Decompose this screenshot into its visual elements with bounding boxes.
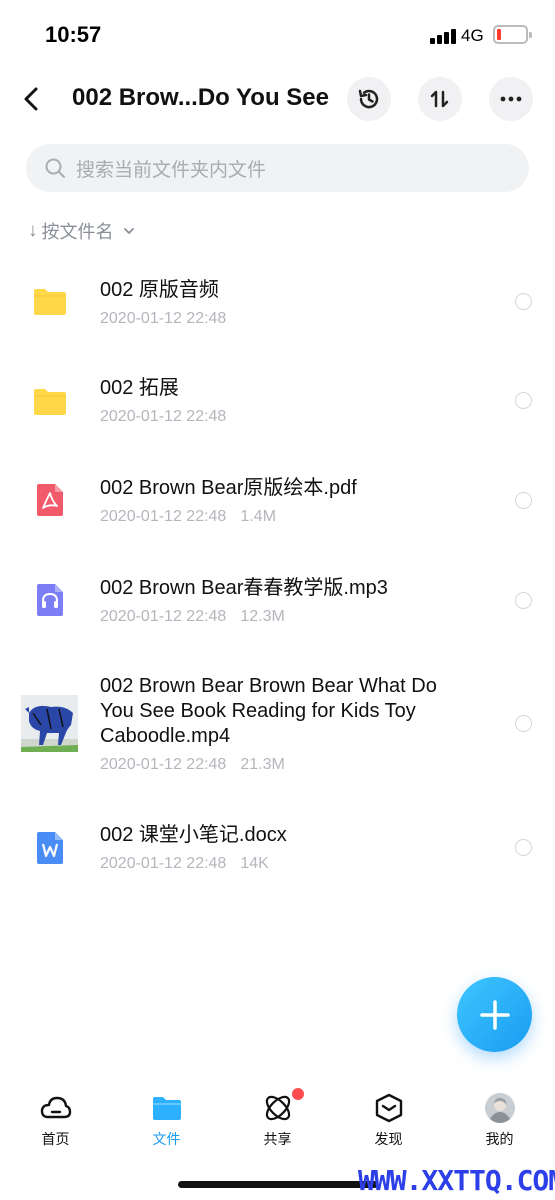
file-name: 002 Brown Bear春春教学版.mp3 bbox=[100, 577, 388, 599]
select-radio[interactable] bbox=[515, 715, 532, 732]
notification-dot bbox=[292, 1088, 304, 1100]
plus-icon bbox=[479, 999, 510, 1030]
tab-files-label: 文件 bbox=[152, 1131, 181, 1147]
file-row[interactable]: 002 课堂小笔记.docx 2020-01-12 22:48 14K bbox=[0, 816, 555, 896]
file-row[interactable]: 002 Brown Bear原版绘本.pdf 2020-01-12 22:48 1… bbox=[0, 470, 555, 550]
back-icon[interactable] bbox=[18, 82, 46, 116]
folder-icon bbox=[34, 289, 66, 315]
select-radio[interactable] bbox=[515, 293, 532, 310]
cloud-icon bbox=[40, 1096, 72, 1119]
arrow-down-icon: ↓ bbox=[28, 220, 38, 241]
file-meta: 2020-01-12 22:48 21.3M bbox=[100, 756, 285, 774]
select-radio[interactable] bbox=[515, 592, 532, 609]
file-row[interactable]: 002 Brown Bear春春教学版.mp3 2020-01-12 22:48… bbox=[0, 570, 555, 650]
discover-box-icon bbox=[375, 1093, 403, 1123]
file-row[interactable]: 002 原版音频 2020-01-12 22:48 bbox=[0, 270, 555, 350]
atom-share-icon bbox=[265, 1095, 291, 1121]
home-indicator bbox=[178, 1181, 378, 1188]
select-radio[interactable] bbox=[515, 492, 532, 509]
file-name: 002 Brown Bear原版绘本.pdf bbox=[100, 477, 357, 499]
file-row[interactable]: 002 拓展 2020-01-12 22:48 bbox=[0, 370, 555, 450]
file-date: 2020-01-12 22:48 bbox=[100, 508, 227, 525]
sort-order-button[interactable] bbox=[418, 77, 462, 121]
file-meta: 2020-01-12 22:48 bbox=[100, 310, 226, 328]
tab-share[interactable]: 共享 bbox=[222, 1085, 333, 1155]
header: 002 Brow...Do You See bbox=[0, 70, 555, 128]
file-date: 2020-01-12 22:48 bbox=[100, 608, 227, 625]
search-input[interactable]: 搜索当前文件夹内文件 bbox=[26, 144, 529, 192]
word-doc-icon bbox=[37, 832, 63, 864]
file-meta: 2020-01-12 22:48 12.3M bbox=[100, 608, 285, 626]
history-button[interactable] bbox=[347, 77, 391, 121]
signal-icon bbox=[430, 28, 456, 44]
file-size: 14K bbox=[240, 855, 269, 872]
tab-me[interactable]: 我的 bbox=[444, 1085, 555, 1155]
audio-icon bbox=[37, 584, 63, 616]
select-radio[interactable] bbox=[515, 392, 532, 409]
file-date: 2020-01-12 22:48 bbox=[100, 756, 227, 773]
search-placeholder: 搜索当前文件夹内文件 bbox=[76, 159, 267, 181]
history-icon bbox=[358, 89, 379, 109]
file-size: 1.4M bbox=[240, 508, 276, 525]
page-title: 002 Brow...Do You See bbox=[72, 84, 329, 111]
tab-discover[interactable]: 发现 bbox=[333, 1085, 444, 1155]
sort-label: 按文件名 bbox=[41, 222, 114, 242]
chevron-down-icon bbox=[123, 228, 134, 234]
select-radio[interactable] bbox=[515, 839, 532, 856]
status-time: 10:57 bbox=[45, 22, 102, 47]
tab-discover-label: 发现 bbox=[374, 1131, 403, 1147]
tab-home[interactable]: 首页 bbox=[0, 1085, 111, 1155]
battery-icon bbox=[493, 25, 532, 44]
search-icon bbox=[45, 158, 65, 178]
network-type: 4G bbox=[461, 26, 484, 45]
file-name: 002 Brown Bear Brown Bear What Do You Se… bbox=[100, 675, 437, 747]
add-button[interactable] bbox=[457, 977, 532, 1052]
pdf-icon bbox=[37, 484, 63, 516]
file-date: 2020-01-12 22:48 bbox=[100, 310, 227, 327]
tab-home-label: 首页 bbox=[41, 1131, 70, 1147]
file-meta: 2020-01-12 22:48 1.4M bbox=[100, 508, 276, 526]
video-thumbnail bbox=[21, 695, 78, 752]
more-dots-icon bbox=[500, 96, 522, 102]
swap-vertical-icon bbox=[430, 90, 449, 108]
tab-me-label: 我的 bbox=[485, 1131, 514, 1147]
file-meta: 2020-01-12 22:48 bbox=[100, 408, 226, 426]
file-name: 002 原版音频 bbox=[100, 279, 219, 301]
watermark: WWW.XXTTQ.COM bbox=[358, 1164, 555, 1197]
tab-bar: 首页 文件 共享 发现 我的 bbox=[0, 1085, 555, 1155]
file-date: 2020-01-12 22:48 bbox=[100, 408, 227, 425]
file-name: 002 课堂小笔记.docx bbox=[100, 824, 287, 846]
sort-selector[interactable]: ↓ 按文件名 bbox=[28, 218, 135, 244]
file-date: 2020-01-12 22:48 bbox=[100, 855, 227, 872]
avatar bbox=[485, 1093, 515, 1123]
file-meta: 2020-01-12 22:48 14K bbox=[100, 855, 269, 873]
more-button[interactable] bbox=[489, 77, 533, 121]
folder-icon bbox=[153, 1097, 181, 1120]
file-row[interactable]: 002 Brown Bear Brown Bear What Do You Se… bbox=[0, 668, 555, 783]
tab-share-label: 共享 bbox=[263, 1131, 292, 1147]
tab-files[interactable]: 文件 bbox=[111, 1085, 222, 1155]
file-size: 21.3M bbox=[240, 756, 285, 773]
status-bar: 10:57 4G bbox=[0, 0, 555, 66]
file-name: 002 拓展 bbox=[100, 377, 179, 399]
file-size: 12.3M bbox=[240, 608, 285, 625]
folder-icon bbox=[34, 389, 66, 415]
